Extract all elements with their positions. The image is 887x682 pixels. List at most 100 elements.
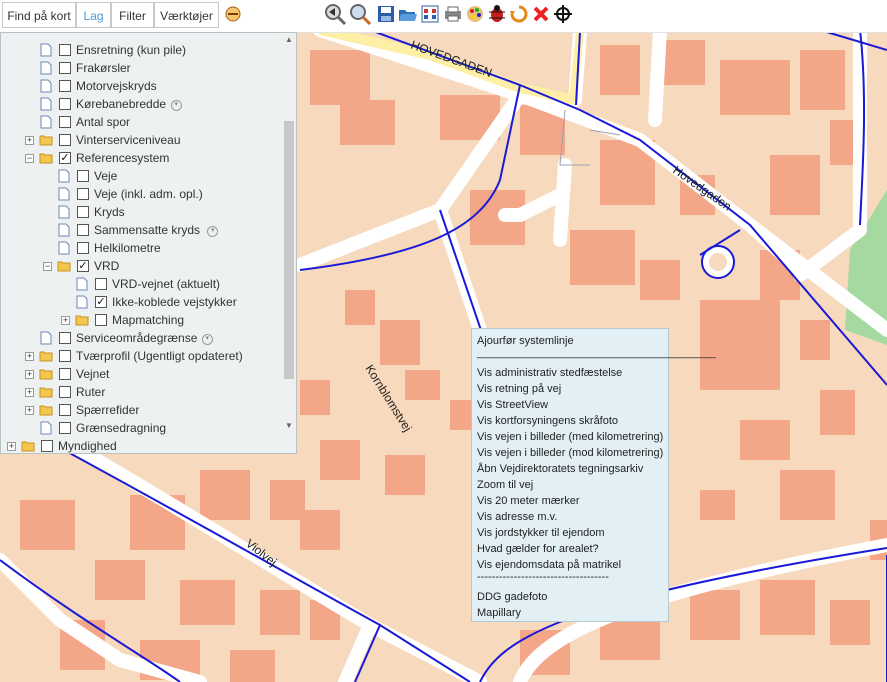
menu-item[interactable]: Vis jordstykker til ejendom [477,525,605,541]
layer-checkbox[interactable] [77,188,89,200]
layer-row[interactable]: Sammensatte kryds ▾ [1,221,281,239]
menu-item[interactable]: Åbn Vejdirektoratets tegningsarkiv [477,461,643,477]
layer-label[interactable]: Veje [94,167,117,185]
zoom-icon[interactable] [348,2,372,26]
layer-row[interactable]: − ✓ VRD [1,257,281,275]
bug-icon[interactable] [487,4,507,24]
layer-panel[interactable]: Ensretning (kun pile) Frakørsler Motorvejs… [0,32,297,454]
info-icon[interactable]: ▾ [201,334,213,345]
layer-label[interactable]: Motorvejskryds [76,77,157,95]
layer-row[interactable]: Ensretning (kun pile) [1,41,281,59]
layer-label[interactable]: Sammensatte kryds [94,221,200,239]
menu-item[interactable]: Vis vejen i billeder (mod kilometrering) [477,445,663,461]
layer-label[interactable]: Vinterserviceniveau [76,131,181,149]
menu-item[interactable]: Vis StreetView [477,397,548,413]
layer-label[interactable]: VRD-vejnet (aktuelt) [112,275,220,293]
delete-icon[interactable] [531,4,551,24]
layer-label[interactable]: VRD [94,257,119,275]
layer-label[interactable]: Myndighed [58,437,117,453]
layer-row[interactable]: Veje (inkl. adm. opl.) [1,185,281,203]
layer-label[interactable]: Mapmatching [112,311,184,329]
layer-checkbox[interactable] [59,404,71,416]
tab-vaerktoejer[interactable]: Værktøjer [154,2,219,28]
layer-label[interactable]: Serviceområdegrænse [76,329,197,347]
tab-find-paa-kort[interactable]: Find på kort [2,2,76,28]
menu-item[interactable]: Vis adresse m.v. [477,509,557,525]
layer-label[interactable]: Tværprofil (Ugentligt opdateret) [76,347,243,365]
crosshair-icon[interactable] [553,4,573,24]
layer-label[interactable]: Veje (inkl. adm. opl.) [94,185,203,203]
menu-item[interactable]: DDG gadefoto [477,589,547,605]
expand-icon[interactable]: + [25,136,34,145]
layer-row[interactable]: Veje [1,167,281,185]
print-icon[interactable] [443,4,463,24]
layer-checkbox[interactable]: ✓ [77,260,89,272]
layer-row[interactable]: Frakørsler [1,59,281,77]
layer-checkbox[interactable] [59,368,71,380]
layer-label[interactable]: Ikke-koblede vejstykker [112,293,237,311]
layer-checkbox[interactable] [77,224,89,236]
layer-row[interactable]: + Vejnet [1,365,281,383]
info-icon[interactable]: ▾ [207,226,219,237]
layer-label[interactable]: Ruter [76,383,105,401]
menu-item[interactable]: Hvad gælder for arealet? [477,541,599,557]
menu-item[interactable]: Vis retning på vej [477,381,561,397]
layer-row[interactable]: Kryds [1,203,281,221]
scrollbar[interactable]: ▲ ▼ [283,33,295,435]
expand-icon[interactable]: + [25,406,34,415]
layer-label[interactable]: Spærrefider [76,401,139,419]
menu-item[interactable]: Mapillary [477,605,521,621]
layer-row[interactable]: ✓ Ikke-koblede vejstykker [1,293,281,311]
layer-row[interactable]: + Ruter [1,383,281,401]
collapse-icon[interactable]: − [43,262,52,271]
grid-icon[interactable] [420,4,440,24]
menu-item[interactable]: Vis kortforsyningens skråfoto [477,413,618,429]
layer-row[interactable]: Serviceområdegrænse ▾ [1,329,281,347]
layer-label[interactable]: Referencesystem [76,149,169,167]
layer-checkbox[interactable] [95,314,107,326]
open-folder-icon[interactable] [398,4,418,24]
layer-checkbox[interactable] [59,98,71,110]
layer-label[interactable]: Kørebanebredde [76,95,166,113]
zoom-back-icon[interactable] [323,2,347,26]
layer-checkbox[interactable] [59,422,71,434]
menu-item[interactable]: Zoom til vej [477,477,533,493]
menu-item[interactable]: Vis 20 meter mærker [477,493,580,509]
layer-label[interactable]: Ensretning (kun pile) [76,41,186,59]
layer-row[interactable]: Motorvejskryds [1,77,281,95]
refresh-icon[interactable] [509,4,529,24]
layer-checkbox[interactable] [59,386,71,398]
layer-checkbox[interactable] [77,170,89,182]
layer-row[interactable]: Kørebanebredde ▾ [1,95,281,113]
layer-label[interactable]: Grænsedragning [76,419,166,437]
menu-item[interactable]: Vis administrativ stedfæstelse [477,365,622,381]
layer-label[interactable]: Frakørsler [76,59,131,77]
tab-lag[interactable]: Lag [76,2,111,28]
layer-row[interactable]: + Myndighed [1,437,281,453]
scroll-up-icon[interactable]: ▲ [285,35,293,44]
scroll-down-icon[interactable]: ▼ [285,421,293,430]
layer-row[interactable]: + Tværprofil (Ugentligt opdateret) [1,347,281,365]
layer-label[interactable]: Helkilometre [94,239,161,257]
collapse-icon[interactable]: − [25,154,34,163]
layer-row[interactable]: − ✓ Referencesystem [1,149,281,167]
minimize-icon[interactable] [223,4,243,24]
menu-item[interactable]: Vis vejen i billeder (med kilometrering) [477,429,663,445]
layer-label[interactable]: Antal spor [76,113,130,131]
layer-checkbox[interactable] [59,350,71,362]
layer-row[interactable]: VRD-vejnet (aktuelt) [1,275,281,293]
expand-icon[interactable]: + [25,352,34,361]
layer-checkbox[interactable]: ✓ [95,296,107,308]
layer-checkbox[interactable] [59,116,71,128]
layer-checkbox[interactable] [77,242,89,254]
expand-icon[interactable]: + [61,316,70,325]
layer-label[interactable]: Kryds [94,203,125,221]
layer-row[interactable]: + Spærrefider [1,401,281,419]
info-icon[interactable]: ▾ [170,100,182,111]
layer-checkbox[interactable] [95,278,107,290]
layer-checkbox[interactable] [59,134,71,146]
layer-row[interactable]: + Vinterserviceniveau [1,131,281,149]
expand-icon[interactable]: + [25,388,34,397]
scroll-thumb[interactable] [284,121,294,379]
palette-icon[interactable] [465,4,485,24]
